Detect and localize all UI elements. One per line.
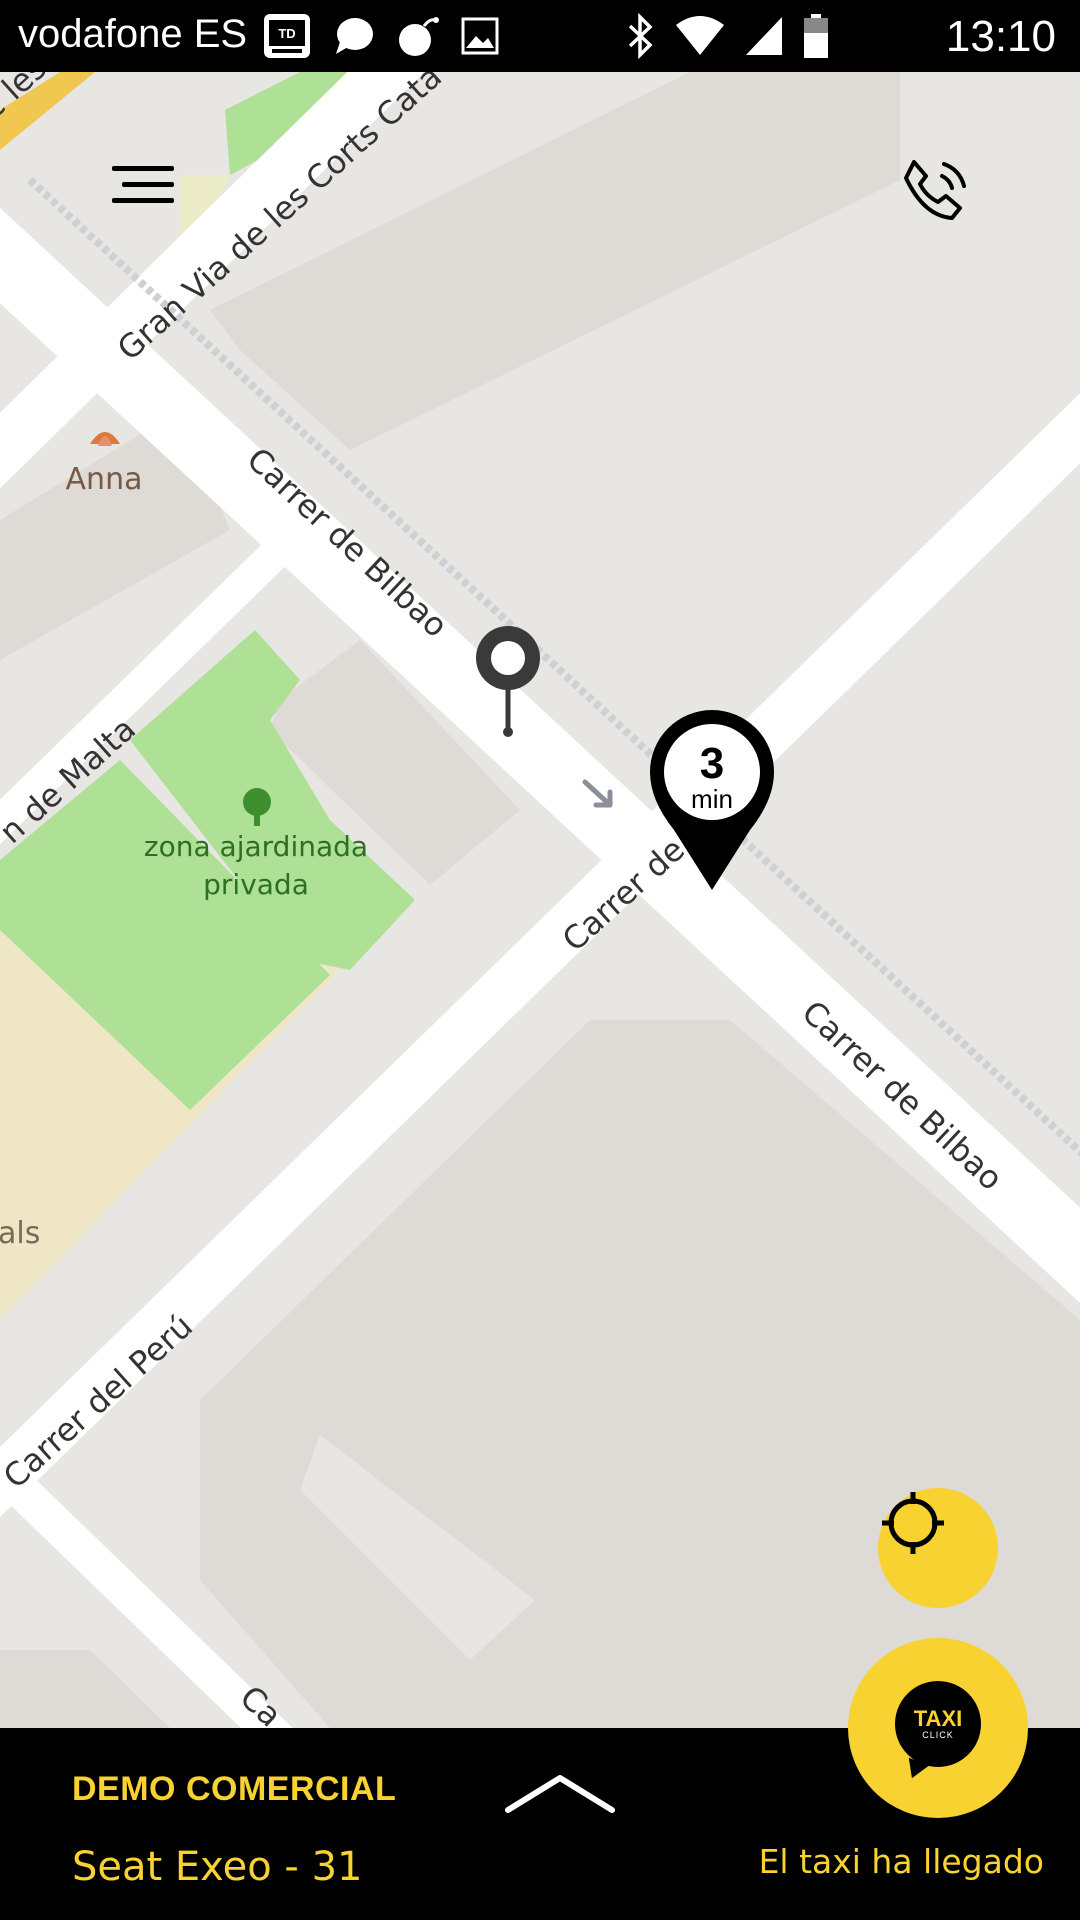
company-name: DEMO COMERCIAL — [72, 1770, 397, 1808]
taxi-click-logo-icon: TAXI CLICK — [895, 1681, 981, 1783]
vehicle-info: Seat Exeo - 31 — [72, 1844, 363, 1890]
battery-icon — [804, 14, 828, 58]
td-app-icon: TD — [264, 14, 310, 58]
menu-button[interactable] — [108, 160, 178, 210]
map-canvas[interactable]: Gran Via de les Corts Cata Carrer de Bil… — [0, 72, 1080, 1728]
poi-label: als — [0, 1216, 40, 1251]
eta-number: 3 — [700, 739, 724, 788]
map-view[interactable]: Gran Via de les Corts Cata Carrer de Bil… — [0, 72, 1080, 1728]
phone-call-icon — [904, 160, 966, 220]
hamburger-menu-icon — [112, 166, 174, 203]
bomb-icon — [399, 17, 439, 56]
chevron-up-icon — [505, 1775, 615, 1813]
bluetooth-icon — [628, 13, 653, 59]
trip-status: El taxi ha llegado — [758, 1842, 1044, 1881]
eta-unit: min — [691, 784, 733, 814]
svg-text:TD: TD — [278, 26, 295, 41]
clock: 13:10 — [945, 12, 1056, 61]
notification-icons: TD — [262, 12, 500, 60]
image-icon — [461, 17, 499, 55]
poi-label: Anna — [66, 462, 143, 497]
taxi-click-button[interactable]: TAXI CLICK — [848, 1638, 1028, 1818]
park-label: privada — [203, 868, 309, 901]
call-button[interactable] — [896, 150, 974, 228]
status-bar: vodafone ES TD 13:10 — [0, 0, 1080, 72]
logo-text-top: TAXI — [913, 1706, 963, 1731]
my-location-button[interactable] — [878, 1488, 998, 1608]
system-icons — [626, 12, 830, 60]
park-label: zona ajardinada — [144, 830, 368, 863]
crosshair-icon — [882, 1492, 944, 1554]
logo-text-bottom: CLICK — [922, 1730, 954, 1740]
expand-panel-button[interactable] — [500, 1760, 620, 1820]
wifi-icon — [676, 16, 724, 55]
carrier-name: vodafone ES — [18, 12, 248, 56]
chat-bubble-icon — [336, 18, 373, 54]
cell-signal-icon — [746, 17, 782, 55]
